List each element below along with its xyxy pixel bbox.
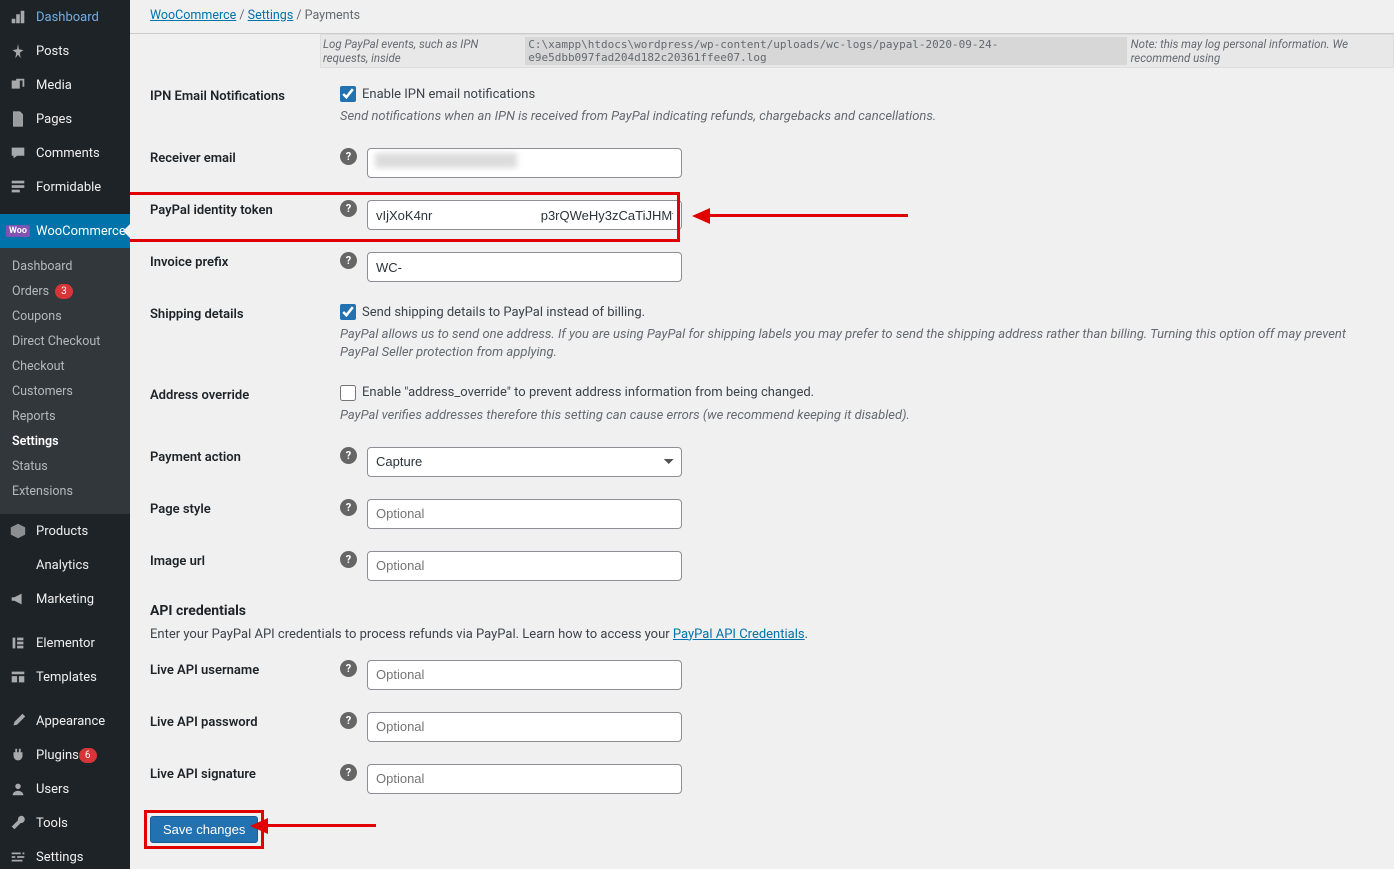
sidebar-item-comments[interactable]: Comments [0,136,130,170]
debug-log-notice: Log PayPal events, such as IPN requests,… [320,34,1394,68]
admin-sidebar: DashboardPostsMediaPagesCommentsFormidab… [0,0,130,869]
templates-icon [8,667,28,687]
breadcrumb-current: Payments [305,8,360,23]
form-icon [8,177,28,197]
sidebar-item-pages[interactable]: Pages [0,102,130,136]
sidebar-item-products[interactable]: Products [0,514,130,548]
checkbox-ipn-label: Enable IPN email notifications [362,87,535,102]
sidebar-item-analytics[interactable]: Analytics [0,548,130,582]
label-address-override: Address override [150,385,340,403]
breadcrumb-settings[interactable]: Settings [248,8,294,23]
megaphone-icon [8,589,28,609]
sidebar-item-woocommerce[interactable]: WooWooCommerce [0,214,130,248]
submenu-item-extensions[interactable]: Extensions [0,479,130,504]
section-api-credentials: API credentials [150,603,1374,619]
submenu-item-customers[interactable]: Customers [0,379,130,404]
sidebar-item-posts[interactable]: Posts [0,34,130,68]
sidebar-item-appearance[interactable]: Appearance [0,704,130,738]
input-api-signature[interactable] [367,764,682,794]
log-path: C:\xampp\htdocs\wordpress/wp-content/upl… [525,37,1126,65]
brush-icon [8,711,28,731]
sidebar-item-plugins[interactable]: Plugins 6 [0,738,130,772]
help-icon[interactable]: ? [340,499,357,516]
submenu-item-reports[interactable]: Reports [0,404,130,429]
sidebar-item-users[interactable]: Users [0,772,130,806]
chart-icon [8,555,28,575]
checkbox-address-label: Enable "address_override" to prevent add… [362,385,814,400]
sidebar-item-elementor[interactable]: Elementor [0,626,130,660]
sidebar-item-settings[interactable]: Settings [0,840,130,869]
help-icon[interactable]: ? [340,447,357,464]
badge: 3 [55,284,73,299]
label-api-signature: Live API signature [150,764,340,782]
label-api-username: Live API username [150,660,340,678]
link-paypal-api-credentials[interactable]: PayPal API Credentials [673,627,805,642]
label-paypal-token: PayPal identity token [150,200,340,218]
submenu-item-status[interactable]: Status [0,454,130,479]
input-api-password[interactable] [367,712,682,742]
breadcrumb: WooCommerce / Settings / Payments [130,0,1394,34]
submenu-item-coupons[interactable]: Coupons [0,304,130,329]
wrench-icon [8,813,28,833]
desc-shipping: PayPal allows us to send one address. If… [340,326,1374,362]
dashboard-icon [8,7,28,27]
input-paypal-token[interactable] [367,200,682,230]
plug-icon [8,745,28,765]
help-icon[interactable]: ? [340,252,357,269]
help-icon[interactable]: ? [340,148,357,165]
submenu-item-direct-checkout[interactable]: Direct Checkout [0,329,130,354]
media-icon [8,75,28,95]
submenu-item-checkout[interactable]: Checkout [0,354,130,379]
user-icon [8,779,28,799]
submenu-item-settings[interactable]: Settings [0,429,130,454]
woo-icon: Woo [8,221,28,241]
checkbox-shipping-label: Send shipping details to PayPal instead … [362,305,645,320]
submenu-item-dashboard[interactable]: Dashboard [0,254,130,279]
sliders-icon [8,847,28,867]
sidebar-item-tools[interactable]: Tools [0,806,130,840]
sidebar-item-dashboard[interactable]: Dashboard [0,0,130,34]
label-payment-action: Payment action [150,447,340,465]
input-api-username[interactable] [367,660,682,690]
save-button[interactable]: Save changes [150,816,258,843]
sidebar-item-templates[interactable]: Templates [0,660,130,694]
help-icon[interactable]: ? [340,764,357,781]
sidebar-item-media[interactable]: Media [0,68,130,102]
sidebar-item-marketing[interactable]: Marketing [0,582,130,616]
desc-address: PayPal verifies addresses therefore this… [340,407,1374,425]
checkbox-address-override[interactable] [340,385,356,401]
breadcrumb-woocommerce[interactable]: WooCommerce [150,8,236,23]
help-icon[interactable]: ? [340,712,357,729]
sidebar-item-formidable[interactable]: Formidable [0,170,130,204]
comment-icon [8,143,28,163]
input-invoice-prefix[interactable] [367,252,682,282]
section-api-desc: Enter your PayPal API credentials to pro… [150,627,1374,642]
pin-icon [8,41,28,61]
help-icon[interactable]: ? [340,551,357,568]
submenu-item-orders[interactable]: Orders3 [0,279,130,304]
label-api-password: Live API password [150,712,340,730]
desc-ipn: Send notifications when an IPN is receiv… [340,108,1374,126]
box-icon [8,521,28,541]
content: WooCommerce / Settings / Payments Log Pa… [130,0,1394,869]
elementor-icon [8,633,28,653]
help-icon[interactable]: ? [340,660,357,677]
select-payment-action[interactable]: Capture [367,447,682,477]
label-invoice-prefix: Invoice prefix [150,252,340,270]
label-shipping-details: Shipping details [150,304,340,322]
checkbox-shipping[interactable] [340,304,356,320]
input-page-style[interactable] [367,499,682,529]
label-ipn: IPN Email Notifications [150,86,340,104]
checkbox-ipn[interactable] [340,86,356,102]
label-page-style: Page style [150,499,340,517]
badge: 6 [79,748,97,763]
label-receiver-email: Receiver email [150,148,340,166]
label-image-url: Image url [150,551,340,569]
page-icon [8,109,28,129]
input-image-url[interactable] [367,551,682,581]
help-icon[interactable]: ? [340,200,357,217]
woocommerce-submenu: DashboardOrders3CouponsDirect CheckoutCh… [0,248,130,514]
